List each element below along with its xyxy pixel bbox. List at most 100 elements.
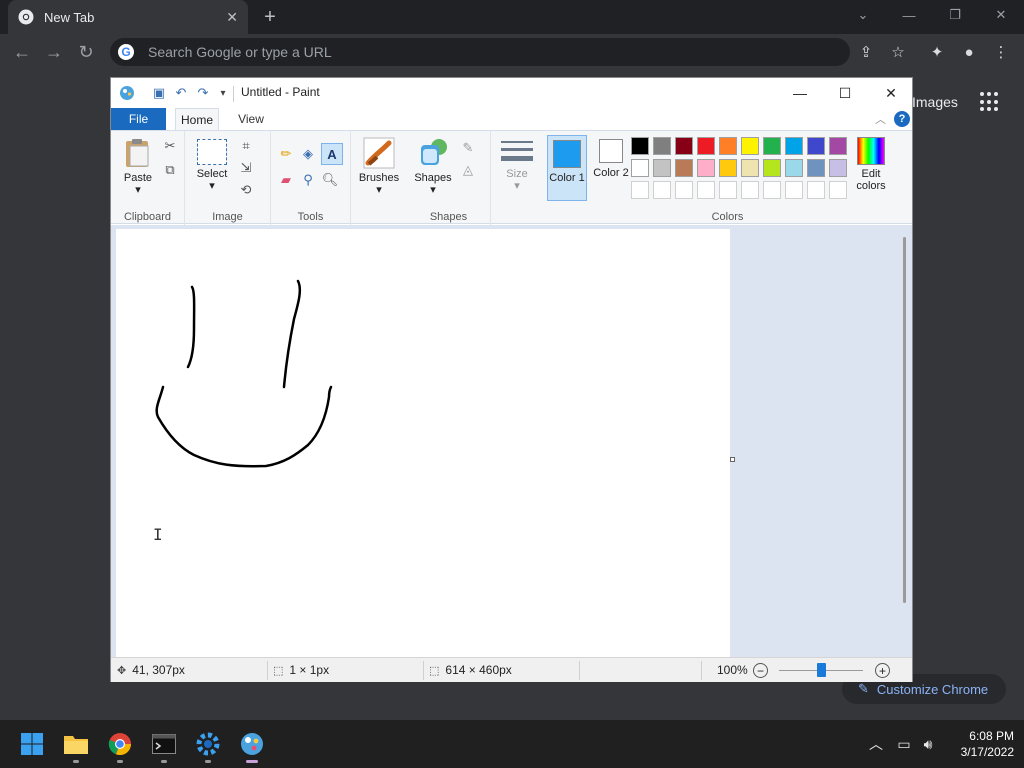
palette-swatch[interactable]	[807, 159, 825, 177]
bookmark-star-icon[interactable]: ☆	[888, 42, 908, 62]
palette-swatch[interactable]	[829, 159, 847, 177]
palette-swatch-empty[interactable]	[697, 181, 715, 199]
start-button[interactable]	[16, 728, 48, 760]
cut-icon[interactable]: ✂	[161, 137, 179, 155]
size-button[interactable]: Size ▾	[497, 139, 537, 192]
paint-minimize-icon[interactable]: —	[785, 82, 815, 104]
undo-icon[interactable]: ↶	[173, 85, 189, 101]
palette-swatch-empty[interactable]	[675, 181, 693, 199]
palette-swatch[interactable]	[653, 137, 671, 155]
taskbar-terminal[interactable]	[148, 728, 180, 763]
vertical-scrollbar[interactable]	[903, 237, 906, 603]
palette-swatch-empty[interactable]	[763, 181, 781, 199]
tab-view[interactable]: View	[229, 108, 273, 130]
palette-swatch[interactable]	[807, 137, 825, 155]
paint-maximize-icon[interactable]: ☐	[830, 82, 860, 104]
brushes-button[interactable]: Brushes ▾	[357, 137, 401, 196]
redo-icon[interactable]: ↷	[195, 85, 211, 101]
palette-swatch[interactable]	[631, 137, 649, 155]
network-icon[interactable]: ▭	[894, 734, 914, 754]
google-apps-icon[interactable]	[980, 92, 1000, 112]
text-tool-icon[interactable]: A	[321, 143, 343, 165]
close-window-icon[interactable]: ✕	[986, 4, 1016, 26]
customize-quick-access-icon[interactable]: ▾	[215, 85, 231, 101]
new-tab-button[interactable]: +	[258, 4, 282, 30]
palette-swatch[interactable]	[829, 137, 847, 155]
tab-file[interactable]: File	[111, 108, 166, 130]
taskbar-file-explorer[interactable]	[60, 728, 92, 763]
pencil-tool-icon[interactable]: ✏	[277, 145, 295, 163]
palette-swatch-empty[interactable]	[631, 181, 649, 199]
zoom-in-icon[interactable]: +	[875, 663, 890, 678]
palette-swatch[interactable]	[675, 159, 693, 177]
menu-icon[interactable]: ⋮	[991, 42, 1011, 62]
help-icon[interactable]: ?	[894, 111, 910, 127]
palette-swatch-empty[interactable]	[829, 181, 847, 199]
palette-swatch-empty[interactable]	[719, 181, 737, 199]
back-icon[interactable]: ←	[10, 40, 34, 64]
palette-swatch[interactable]	[785, 137, 803, 155]
extensions-icon[interactable]: ✦	[927, 42, 947, 62]
profile-icon[interactable]: ●	[959, 42, 979, 62]
paste-button[interactable]: Paste ▾	[119, 137, 157, 196]
palette-swatch[interactable]	[763, 137, 781, 155]
forward-icon[interactable]: →	[42, 40, 66, 64]
palette-swatch[interactable]	[785, 159, 803, 177]
eraser-icon[interactable]: ▰	[277, 171, 295, 189]
palette-swatch-empty[interactable]	[807, 181, 825, 199]
select-dropdown-icon: ▾	[209, 180, 215, 192]
taskbar-chrome[interactable]	[104, 728, 136, 763]
rotate-icon[interactable]: ⟲	[237, 181, 255, 199]
palette-swatch[interactable]	[741, 137, 759, 155]
palette-swatch[interactable]	[653, 159, 671, 177]
color1-button[interactable]: Color 1	[547, 135, 587, 201]
tab-search-icon[interactable]: ⌄	[848, 4, 878, 26]
collapse-ribbon-icon[interactable]: ︿	[875, 111, 886, 127]
omnibox[interactable]: G Search Google or type a URL	[110, 38, 850, 66]
paint-close-icon[interactable]: ✕	[876, 82, 906, 104]
zoom-out-icon[interactable]: −	[753, 663, 768, 678]
palette-swatch[interactable]	[697, 159, 715, 177]
close-tab-icon[interactable]: ✕	[226, 9, 238, 26]
volume-icon[interactable]: 🔊︎	[918, 734, 938, 754]
tab-home[interactable]: Home	[175, 108, 219, 130]
fill-shape-icon[interactable]: ◬	[459, 161, 477, 179]
palette-swatch[interactable]	[719, 159, 737, 177]
palette-swatch-empty[interactable]	[785, 181, 803, 199]
taskbar-paint[interactable]	[236, 728, 268, 763]
shapes-button[interactable]: Shapes ▾	[411, 137, 455, 196]
zoom-slider-thumb[interactable]	[817, 663, 826, 677]
minimize-icon[interactable]: —	[894, 4, 924, 26]
palette-swatch[interactable]	[631, 159, 649, 177]
share-icon[interactable]: ⇪	[856, 42, 876, 62]
restore-icon[interactable]: ❐	[940, 4, 970, 26]
resize-icon[interactable]: ⇲	[237, 159, 255, 177]
images-link[interactable]: Images	[912, 94, 958, 110]
palette-swatch[interactable]	[741, 159, 759, 177]
edit-colors-button[interactable]: Edit colors	[851, 137, 891, 192]
tab-new-tab[interactable]: New Tab ✕	[8, 0, 248, 34]
paint-app-icon[interactable]	[119, 85, 135, 101]
color2-button[interactable]: Color 2	[591, 135, 631, 201]
canvas-resize-handle[interactable]	[730, 457, 735, 462]
taskbar-clock[interactable]: 6:08 PM 3/17/2022	[944, 728, 1014, 760]
palette-swatch[interactable]	[719, 137, 737, 155]
drawing-canvas[interactable]	[116, 229, 730, 657]
palette-swatch[interactable]	[675, 137, 693, 155]
save-icon[interactable]: ▣	[151, 85, 167, 101]
group-clipboard: Paste ▾ ✂ ⧉ Clipboard	[111, 131, 185, 225]
reload-icon[interactable]: ↻	[74, 40, 98, 64]
taskbar-app-blue[interactable]	[192, 728, 224, 763]
outline-icon[interactable]: ✎	[459, 139, 477, 157]
tray-overflow-icon[interactable]: ︿	[866, 734, 886, 754]
magnifier-icon[interactable]: 🔍︎	[321, 171, 339, 189]
select-button[interactable]: Select ▾	[193, 139, 231, 192]
crop-icon[interactable]: ⌗	[237, 137, 255, 155]
copy-icon[interactable]: ⧉	[161, 161, 179, 179]
palette-swatch[interactable]	[763, 159, 781, 177]
color-picker-icon[interactable]: ⚲	[299, 171, 317, 189]
fill-icon[interactable]: ◈	[299, 145, 317, 163]
palette-swatch-empty[interactable]	[653, 181, 671, 199]
palette-swatch[interactable]	[697, 137, 715, 155]
palette-swatch-empty[interactable]	[741, 181, 759, 199]
